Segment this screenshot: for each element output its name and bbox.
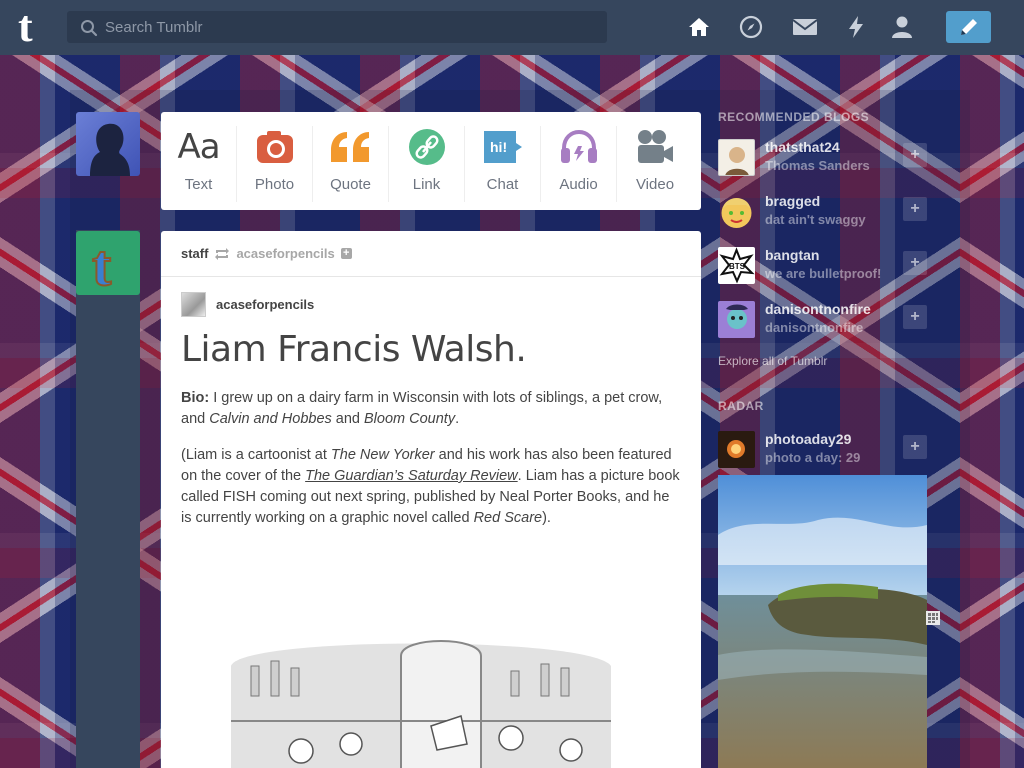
top-navigation-bar: t <box>0 0 1024 55</box>
bio-title-bloom: Bloom County <box>364 411 456 427</box>
post-type-bar: Aa Text Photo Quote Link hi! Chat Audio <box>161 112 701 210</box>
bio-title-calvin: Calvin and Hobbes <box>209 411 332 427</box>
grid-icon[interactable] <box>926 611 940 625</box>
recommended-blog-item[interactable]: bragged dat ain't swaggy + <box>718 193 927 247</box>
activity-icon[interactable] <box>843 14 869 40</box>
compose-button[interactable] <box>946 11 991 43</box>
blog-avatar[interactable] <box>718 431 755 468</box>
camera-icon <box>251 126 299 168</box>
headphones-icon <box>555 126 603 168</box>
cartoon-image[interactable] <box>211 626 631 768</box>
staff-avatar[interactable]: t <box>76 231 140 295</box>
reblog-icon <box>215 247 230 260</box>
post-type-quote[interactable]: Quote <box>313 126 389 202</box>
blog-subtitle: Thomas Sanders <box>765 158 870 173</box>
post-type-label: Photo <box>254 176 295 193</box>
post-type-label: Video <box>635 176 675 193</box>
home-icon[interactable] <box>686 14 712 40</box>
search-icon <box>81 20 98 37</box>
blog-subtitle: we are bulletproof! <box>765 266 882 281</box>
pencil-icon <box>960 19 977 35</box>
blog-subtitle: dat ain't swaggy <box>765 212 866 227</box>
about-text: ). <box>542 510 551 526</box>
post-type-label: Link <box>412 176 441 193</box>
messages-icon[interactable] <box>792 14 818 40</box>
blog-subtitle: danisontnonfire <box>765 320 864 335</box>
source-blog-name[interactable]: acaseforpencils <box>236 246 334 261</box>
post-type-label: Audio <box>559 176 598 193</box>
left-post-strip <box>76 230 140 768</box>
post-type-label: Quote <box>330 176 371 193</box>
post-type-label: Text <box>184 176 213 193</box>
about-text: (Liam is a cartoonist at <box>181 447 331 463</box>
text-icon: Aa <box>177 127 220 167</box>
explore-icon[interactable] <box>738 14 764 40</box>
post-type-photo[interactable]: Photo <box>237 126 313 202</box>
search-box[interactable] <box>67 11 607 43</box>
dashboard-post: staff acaseforpencils + acaseforpencils … <box>161 231 701 768</box>
svg-text:t: t <box>92 233 112 295</box>
follow-button[interactable]: + <box>903 143 927 167</box>
blog-avatar[interactable] <box>718 139 755 176</box>
blog-name[interactable]: bragged <box>765 193 820 209</box>
recommended-blogs-title: RECOMMENDED BLOGS <box>718 110 870 124</box>
reblogger-name[interactable]: staff <box>181 246 208 261</box>
account-icon[interactable] <box>889 14 915 40</box>
search-input[interactable] <box>105 11 595 43</box>
post-body: Bio: I grew up on a dairy farm in Wiscon… <box>181 388 681 544</box>
follow-plus-icon[interactable]: + <box>340 248 352 259</box>
quote-icon <box>327 126 375 168</box>
post-header: staff acaseforpencils + <box>161 231 701 277</box>
post-type-label: Chat <box>486 176 519 193</box>
chat-icon: hi! <box>479 126 527 168</box>
follow-button[interactable]: + <box>903 197 927 221</box>
video-camera-icon <box>631 126 679 168</box>
blog-name[interactable]: bangtan <box>765 247 819 263</box>
follow-button[interactable]: + <box>903 435 927 459</box>
blog-name[interactable]: danisontnonfire <box>765 301 871 317</box>
about-title-new-yorker: The New Yorker <box>330 447 435 463</box>
post-source[interactable]: acaseforpencils <box>181 292 314 317</box>
tumblr-logo[interactable]: t <box>18 5 50 49</box>
blog-avatar[interactable] <box>718 301 755 338</box>
explore-all-link[interactable]: Explore all of Tumblr <box>718 354 827 368</box>
user-avatar[interactable] <box>76 112 140 176</box>
radar-title: RADAR <box>718 399 764 413</box>
radar-photo[interactable] <box>718 475 927 768</box>
recommended-blog-item[interactable]: thatsthat24 Thomas Sanders + <box>718 139 927 193</box>
post-type-chat[interactable]: hi! Chat <box>465 126 541 202</box>
post-title: Liam Francis Walsh. <box>181 329 527 370</box>
post-type-audio[interactable]: Audio <box>541 126 617 202</box>
post-type-link[interactable]: Link <box>389 126 465 202</box>
bio-paragraph: Bio: I grew up on a dairy farm in Wiscon… <box>181 388 681 430</box>
recommended-blog-item[interactable]: BTS bangtan we are bulletproof! + <box>718 247 927 301</box>
svg-text:hi!: hi! <box>490 139 507 155</box>
bio-text: . <box>455 411 460 427</box>
blog-avatar[interactable]: BTS <box>718 247 755 284</box>
recommended-blog-item[interactable]: danisontnonfire danisontnonfire + <box>718 301 927 355</box>
post-type-text[interactable]: Aa Text <box>161 126 237 202</box>
source-avatar[interactable] <box>181 292 206 317</box>
blog-avatar[interactable] <box>718 193 755 230</box>
bio-text: and <box>331 411 365 427</box>
post-type-video[interactable]: Video <box>617 126 693 202</box>
link-icon <box>403 126 451 168</box>
guardian-link[interactable]: The Guardian’s Saturday Review <box>305 468 518 484</box>
source-name[interactable]: acaseforpencils <box>216 297 314 312</box>
follow-button[interactable]: + <box>903 251 927 275</box>
follow-button[interactable]: + <box>903 305 927 329</box>
blog-subtitle: photo a day: 29 <box>765 450 861 465</box>
blog-name[interactable]: photoaday29 <box>765 431 851 447</box>
bio-label: Bio: <box>181 390 210 406</box>
about-paragraph: (Liam is a cartoonist at The New Yorker … <box>181 445 681 529</box>
blog-name[interactable]: thatsthat24 <box>765 139 840 155</box>
about-title-red-scare: Red Scare <box>473 510 543 526</box>
svg-text:BTS: BTS <box>729 262 746 271</box>
